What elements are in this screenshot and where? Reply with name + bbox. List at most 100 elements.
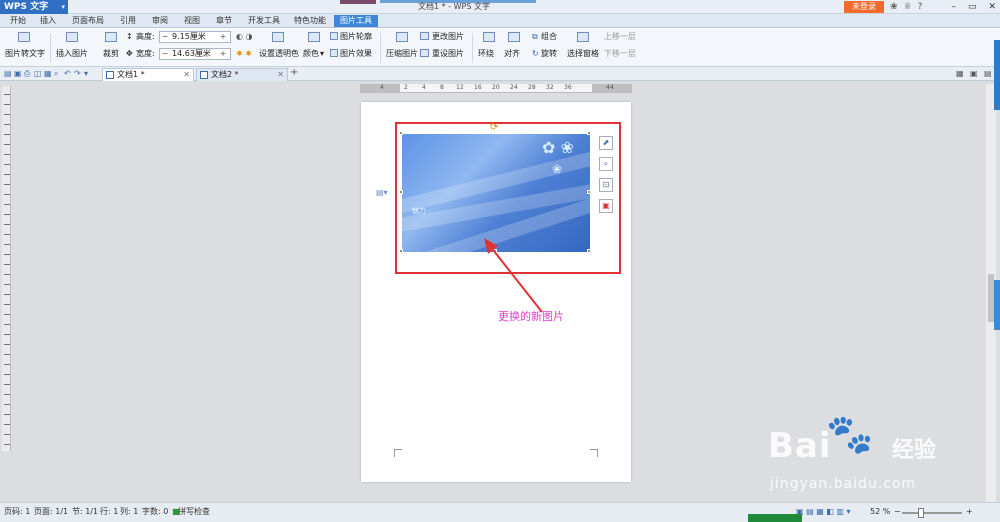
skin-icon[interactable]: ❀ [890, 0, 898, 14]
ruler-tick [4, 184, 10, 185]
zoom-in-icon[interactable]: + [966, 506, 973, 518]
taskbar-item[interactable] [748, 514, 802, 522]
app-menu-button[interactable]: WPS 文字 ▾ [0, 0, 68, 14]
redo-icon[interactable]: ↷ [74, 69, 81, 78]
tab-picture-tools[interactable]: 图片工具 [334, 15, 378, 27]
close-icon[interactable]: ✕ [183, 69, 190, 81]
group-button[interactable]: 组合 [541, 32, 557, 42]
preview-icon[interactable]: ◫ [34, 69, 42, 78]
ruler-number: 4 [380, 84, 384, 91]
tab-features[interactable]: 特色功能 [294, 15, 326, 27]
select-pane-button[interactable]: 选择窗格 [567, 49, 599, 59]
ruler-tick [4, 294, 10, 295]
image-to-text-button[interactable]: 图片转文字 [5, 49, 45, 59]
picture-effect-button[interactable]: 图片效果 [340, 49, 372, 59]
rotate-handle-icon[interactable]: ⟳ [490, 122, 498, 133]
height-value: 9.15厘米 [172, 32, 206, 41]
open-icon[interactable]: ▤ [4, 69, 12, 78]
ruler-number: 8 [440, 84, 444, 91]
crop-button[interactable]: 裁剪 [103, 49, 119, 59]
ruler-number: 24 [510, 84, 518, 91]
zoom-slider-knob[interactable] [918, 508, 924, 518]
new-tab-button[interactable]: + [290, 67, 298, 78]
selected-picture[interactable]: ✿ ❀ ❀ 魅力 - [402, 134, 590, 252]
increase-icon[interactable]: + [218, 32, 228, 42]
tab-page-layout[interactable]: 页面布局 [72, 15, 104, 27]
minimize-icon[interactable]: – [951, 0, 956, 14]
send-backward-button[interactable]: 下移一层 [604, 49, 636, 59]
annotation-text: 更换的新图片 [498, 310, 564, 323]
effect-icon [330, 49, 338, 57]
layout-icon[interactable]: ▦ [956, 69, 964, 78]
resize-handle[interactable] [399, 190, 403, 194]
crop-icon[interactable]: ⊡ [599, 178, 613, 192]
tab-references[interactable]: 引用 [120, 15, 136, 27]
help-button[interactable]: ? [918, 0, 923, 14]
status-row: 行: 1 [100, 507, 119, 516]
zoom-icon[interactable]: ⌕ [599, 157, 613, 171]
contrast-icon[interactable]: ◐ ◑ [236, 32, 253, 42]
print-icon[interactable]: ⎙ [24, 69, 30, 79]
layout-icon[interactable]: ▣ [970, 69, 978, 78]
tab-home[interactable]: 开始 [10, 15, 26, 27]
resize-handle[interactable] [587, 190, 591, 194]
tab-insert[interactable]: 插入 [40, 15, 56, 27]
ruler-tick [4, 424, 10, 425]
doc-tab-1[interactable]: 文档1 * ✕ [102, 68, 194, 81]
height-field[interactable]: −9.15厘米 + [159, 31, 231, 43]
bring-forward-button[interactable]: 上移一层 [604, 32, 636, 42]
view-mode-icon[interactable]: ▣ ▤ ▦ ◧ ▥ ▾ [796, 506, 851, 518]
brightness-icon[interactable]: ✸ ✸ [236, 49, 252, 59]
compress-icon [396, 32, 408, 42]
paragraph-layout-icon[interactable]: ▤▾ [376, 188, 388, 197]
shirt-icon[interactable]: ♕ [904, 0, 912, 14]
set-transparent-button[interactable]: 设置透明色 [259, 49, 299, 59]
chevron-down-icon[interactable]: ▾ [84, 69, 88, 78]
tab-sections[interactable]: 章节 [216, 15, 232, 27]
tab-developer[interactable]: 开发工具 [248, 15, 280, 27]
layout-icon[interactable]: ▤ [984, 69, 992, 78]
export-icon[interactable]: ▦ [44, 69, 52, 78]
flower-decoration: ✿ ❀ [542, 138, 574, 157]
increase-icon[interactable]: + [218, 49, 228, 59]
decrease-icon[interactable]: − [160, 49, 170, 59]
ruler-tick [4, 314, 10, 315]
align-button[interactable]: 对齐 [504, 49, 520, 59]
baidu-watermark: Bai 🐾 经验 jingyan.baidu.com [768, 412, 974, 498]
resize-handle[interactable] [587, 249, 591, 253]
compress-image-button[interactable]: 压缩图片 [386, 49, 418, 59]
change-picture-icon[interactable]: ▣ [599, 199, 613, 213]
search-icon[interactable]: ⌕ [54, 69, 58, 79]
change-image-button[interactable]: 更改图片 [432, 32, 464, 42]
reset-image-button[interactable]: 重设图片 [432, 49, 464, 59]
doc-tab-2[interactable]: 文档2 * ✕ [196, 68, 288, 81]
wrap-button[interactable]: 环绕 [478, 49, 494, 59]
resize-handle[interactable] [399, 249, 403, 253]
insert-image-button[interactable]: 插入图片 [56, 49, 88, 59]
picture-outline-button[interactable]: 图片轮廓 [340, 32, 372, 42]
tab-review[interactable]: 审阅 [152, 15, 168, 27]
layout-options-icon[interactable]: ⬈ [599, 136, 613, 150]
width-value: 14.63厘米 [172, 49, 211, 58]
zoom-slider[interactable] [902, 512, 962, 514]
maximize-icon[interactable]: ▭ [968, 0, 977, 14]
login-button[interactable]: 未登录 [844, 1, 884, 13]
close-icon[interactable]: ✕ [277, 69, 284, 81]
transparent-color-icon [272, 32, 284, 42]
color-button[interactable]: 颜色 [303, 49, 319, 59]
decrease-icon[interactable]: − [160, 32, 170, 42]
resize-handle[interactable] [587, 131, 591, 135]
close-icon[interactable]: ✕ [988, 0, 996, 14]
ruler-tick [4, 394, 10, 395]
divider [380, 33, 381, 63]
spell-check-button[interactable]: 拼写检查 [178, 506, 210, 518]
undo-icon[interactable]: ↶ [64, 69, 71, 78]
tab-view[interactable]: 视图 [184, 15, 200, 27]
divider [50, 33, 51, 63]
ruler-tick [4, 164, 10, 165]
width-field[interactable]: −14.63厘米 + [159, 48, 231, 60]
zoom-out-icon[interactable]: − [894, 506, 901, 518]
rotate-button[interactable]: 旋转 [541, 49, 557, 59]
save-icon[interactable]: ▣ [14, 69, 22, 78]
resize-handle[interactable] [399, 131, 403, 135]
